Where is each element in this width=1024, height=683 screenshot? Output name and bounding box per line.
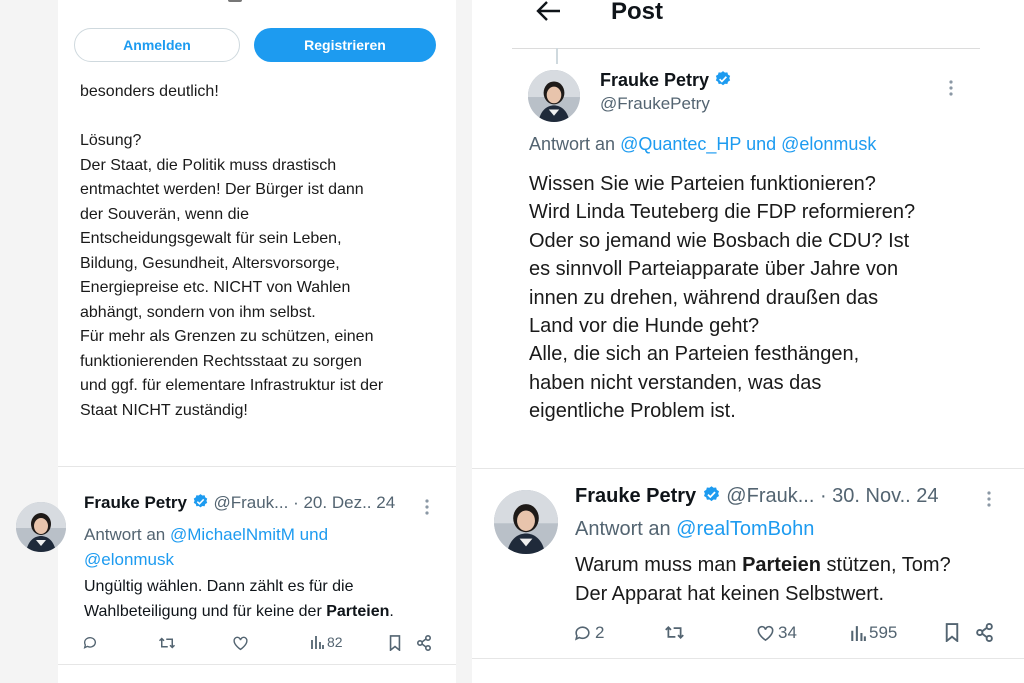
bookmark-icon xyxy=(388,635,402,651)
tweet-header: Frauke Petry @Frauk... · 30. Nov.. 24 xyxy=(575,485,939,508)
mention-link[interactable]: @Quantec_HP und @elonmusk xyxy=(620,134,876,154)
reply-count: 2 xyxy=(595,623,605,642)
thread-line xyxy=(556,48,558,64)
author-name[interactable]: Frauke Petry xyxy=(600,70,709,90)
like-button[interactable] xyxy=(232,635,249,651)
post-text: besonders deutlich! Lösung? Der Staat, d… xyxy=(80,83,384,419)
divider xyxy=(472,658,1024,659)
tweet-text-line: Ungültig wählen. Dann zählt es für die xyxy=(84,578,354,595)
retweet-button[interactable] xyxy=(158,635,176,651)
tweet-text-line: Der Apparat hat keinen Selbstwert. xyxy=(575,583,885,605)
tweet-text: Wissen Sie wie Parteien funktionieren? W… xyxy=(529,173,916,423)
tweet-text: Ungültig wählen. Dann zählt es für die W… xyxy=(84,574,394,624)
tweet-header: Frauke Petry @Frauk... · 20. Dez.. 24 xyxy=(84,493,395,513)
more-icon[interactable] xyxy=(986,489,992,509)
bookmark-icon xyxy=(944,623,960,642)
verified-badge-icon xyxy=(714,70,732,88)
back-arrow-icon[interactable] xyxy=(536,0,562,22)
divider xyxy=(472,468,1024,469)
author-name[interactable]: Frauke Petry xyxy=(84,493,187,512)
views-count: 595 xyxy=(869,623,898,642)
views-icon xyxy=(850,625,866,641)
mention-link[interactable]: @MichaelNmitM und xyxy=(170,525,328,544)
tweet-text-line: Warum muss man xyxy=(575,554,743,576)
retweet-button[interactable] xyxy=(664,623,685,642)
top-edge-icon xyxy=(228,0,242,2)
avatar[interactable] xyxy=(16,502,66,552)
share-button[interactable] xyxy=(975,623,994,642)
reply-prefix: Antwort an xyxy=(84,525,166,544)
like-icon xyxy=(232,635,249,651)
register-button[interactable]: Registrieren xyxy=(254,28,436,62)
more-icon[interactable] xyxy=(424,498,430,516)
tweet-text-line: Wahlbeteiligung und für keine der xyxy=(84,603,327,620)
share-icon xyxy=(975,623,994,642)
reply-context: Antwort an @MichaelNmitM und @elonmusk xyxy=(84,522,328,572)
bookmark-button[interactable] xyxy=(944,623,960,642)
like-icon xyxy=(756,624,775,642)
reply-context: Antwort an @realTomBohn xyxy=(575,518,814,541)
verified-badge-icon xyxy=(192,493,209,510)
post-date[interactable]: · 30. Nov.. 24 xyxy=(820,485,939,507)
reply-icon xyxy=(573,624,592,643)
reply-icon xyxy=(82,635,98,651)
divider xyxy=(58,466,456,467)
retweet-icon xyxy=(664,623,685,642)
post-date[interactable]: · 20. Dez.. 24 xyxy=(293,493,395,512)
retweet-icon xyxy=(158,635,176,651)
reply-prefix: Antwort an xyxy=(575,518,671,540)
login-button[interactable]: Anmelden xyxy=(74,28,240,62)
header-title: Post xyxy=(611,0,664,25)
like-count: 34 xyxy=(778,623,797,642)
views-button[interactable]: 595 xyxy=(850,623,897,643)
tweet-text: Warum muss man Parteien stützen, Tom? De… xyxy=(575,551,951,609)
avatar[interactable] xyxy=(528,70,580,122)
divider xyxy=(58,664,456,665)
author-handle[interactable]: @FraukePetry xyxy=(600,94,710,114)
right-screenshot-panel: Post Frauke Petry @FraukePetry Antwort a… xyxy=(472,0,1024,683)
bookmark-button[interactable] xyxy=(388,635,402,651)
views-icon xyxy=(310,635,324,649)
verified-badge-icon xyxy=(702,485,721,504)
tweet-text-line: stützen, Tom? xyxy=(821,554,951,576)
tweet-text-bold: Parteien xyxy=(326,603,390,620)
tweet-text-bold: Parteien xyxy=(742,554,821,576)
share-icon xyxy=(416,635,432,651)
views-count: 82 xyxy=(327,634,343,650)
author-handle[interactable]: @Frauk... xyxy=(726,485,814,507)
tweet-text-line: . xyxy=(389,603,394,620)
views-button[interactable]: 82 xyxy=(310,634,343,650)
left-screenshot-panel: Anmelden Registrieren besonders deutlich… xyxy=(58,0,456,683)
reply-button[interactable] xyxy=(82,635,98,651)
more-icon[interactable] xyxy=(948,79,954,97)
tweet-author: Frauke Petry xyxy=(600,70,732,91)
mention-link[interactable]: @realTomBohn xyxy=(676,518,814,540)
author-handle[interactable]: @Frauk... xyxy=(213,493,288,512)
share-button[interactable] xyxy=(416,635,432,651)
mention-link[interactable]: @elonmusk xyxy=(84,550,174,569)
reply-prefix: Antwort an xyxy=(529,134,616,154)
author-name[interactable]: Frauke Petry xyxy=(575,485,696,507)
reply-button[interactable]: 2 xyxy=(573,623,604,643)
reply-context: Antwort an @Quantec_HP und @elonmusk xyxy=(529,134,876,155)
avatar[interactable] xyxy=(494,490,558,554)
header-divider xyxy=(512,48,980,49)
like-button[interactable]: 34 xyxy=(756,623,797,643)
